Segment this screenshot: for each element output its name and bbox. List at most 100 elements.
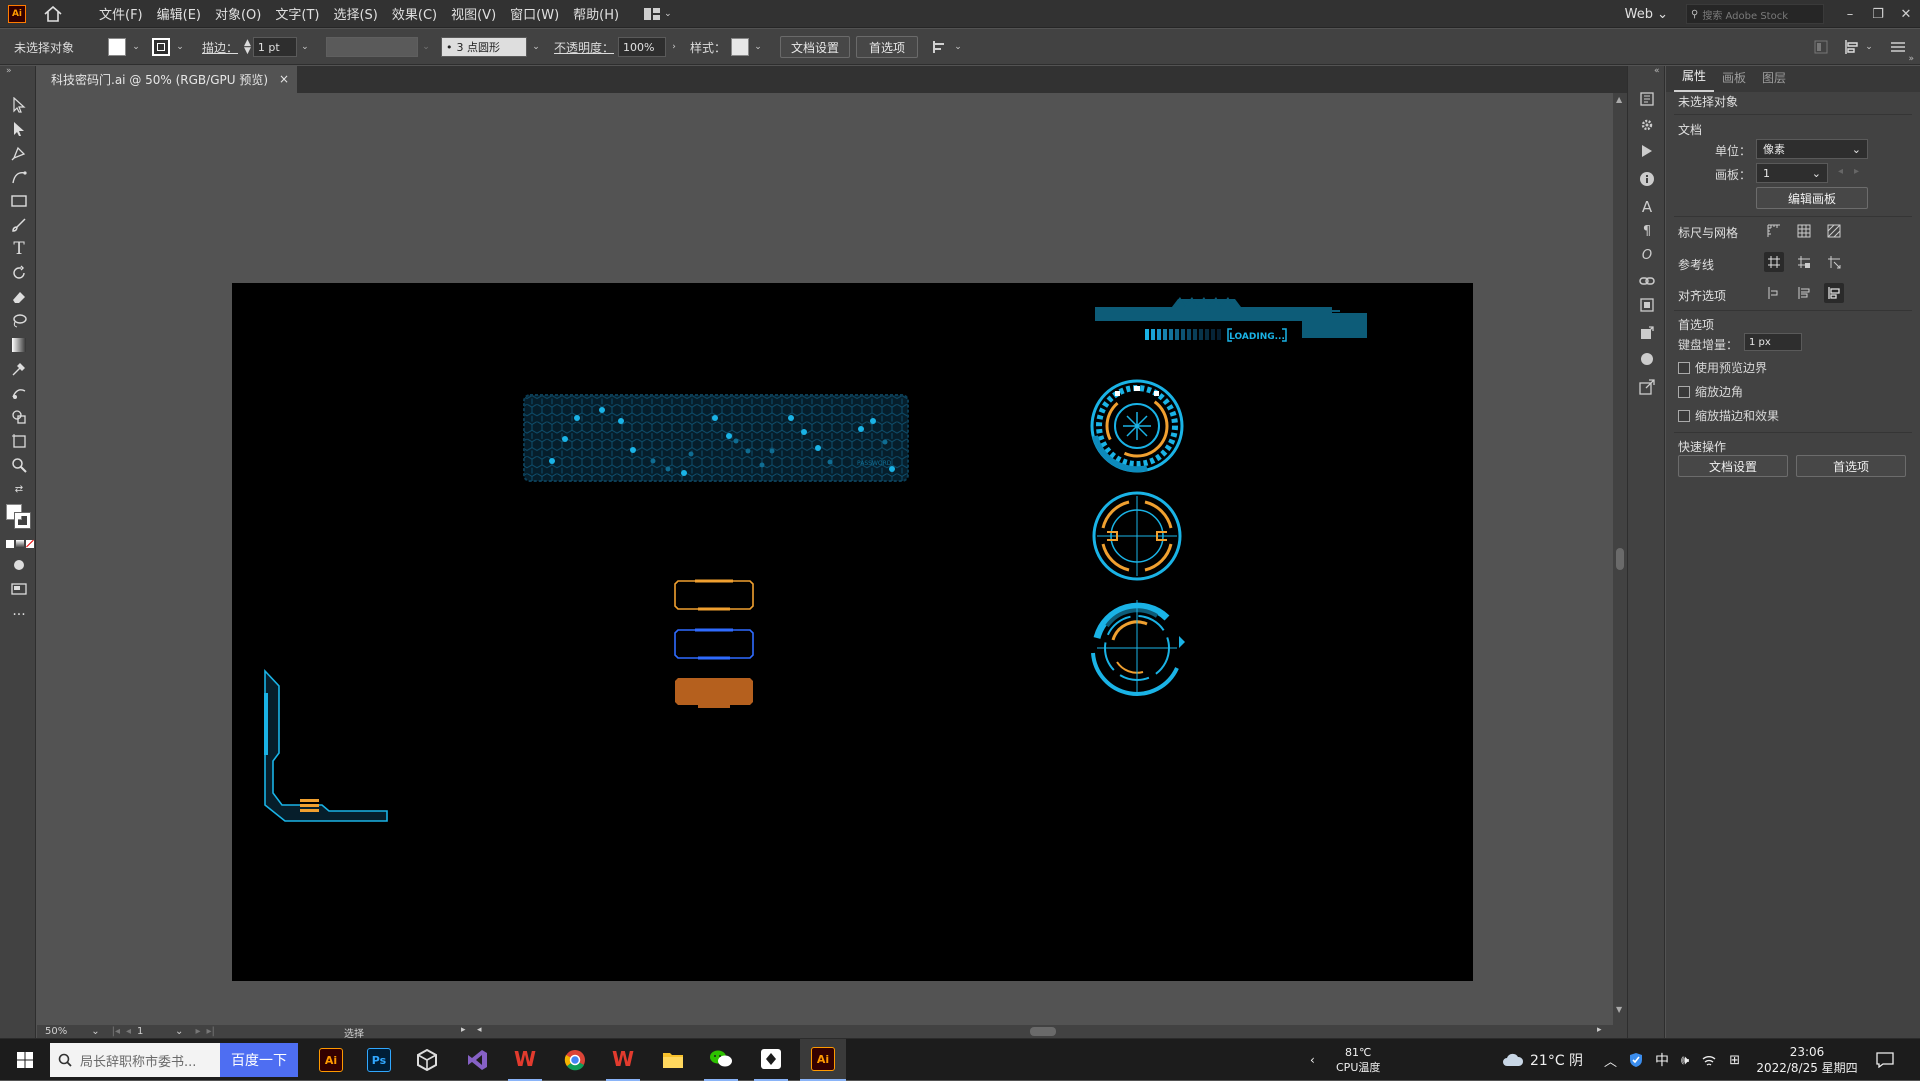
chevron-up-icon[interactable]: ︿ <box>1604 1051 1617 1070</box>
tab-artboards[interactable]: 画板 <box>1714 69 1754 92</box>
menu-select[interactable]: 选择(S) <box>326 4 384 23</box>
system-clock[interactable]: 23:06 2022/8/25 星期四 <box>1752 1039 1862 1081</box>
edit-artboards-button[interactable]: 编辑画板 <box>1756 187 1868 209</box>
notification-center-icon[interactable] <box>1876 1039 1894 1081</box>
chevron-down-icon[interactable]: ⌄ <box>130 41 142 53</box>
document-setup-button[interactable]: 文档设置 <box>780 36 850 58</box>
rectangle-tool-icon[interactable] <box>10 192 28 210</box>
chevron-down-icon[interactable]: ⌄ <box>91 1026 99 1037</box>
eyedropper-tool-icon[interactable] <box>10 360 28 378</box>
taskbar-wechat-icon[interactable] <box>704 1039 738 1081</box>
gradient-tool-icon[interactable] <box>10 336 28 354</box>
export-assets-icon[interactable] <box>1638 324 1656 342</box>
appearance-icon[interactable] <box>1638 350 1656 368</box>
type-tool-icon[interactable]: T <box>10 239 28 259</box>
graphic-style-swatch[interactable] <box>731 38 749 56</box>
direct-selection-tool-icon[interactable] <box>10 120 28 138</box>
shape-builder-tool-icon[interactable] <box>10 408 28 426</box>
taskbar-photoshop-icon[interactable]: Ps <box>362 1039 396 1081</box>
menu-file[interactable]: 文件(F) <box>92 4 150 23</box>
collapse-arrows-icon[interactable]: » <box>6 66 12 76</box>
prev-artboard-icon[interactable]: ◂ <box>126 1026 131 1037</box>
menu-effect[interactable]: 效果(C) <box>385 4 444 23</box>
stroke-weight-input[interactable]: 1 pt <box>252 37 297 57</box>
tab-properties[interactable]: 属性 <box>1674 67 1715 92</box>
links-icon[interactable] <box>1638 272 1656 290</box>
align-dropdown[interactable]: ⌄ <box>932 29 964 65</box>
collapse-panel-icon[interactable]: » <box>1908 54 1914 64</box>
gear-icon[interactable] <box>1638 116 1656 134</box>
transparency-grid-icon[interactable] <box>1824 221 1844 241</box>
workspace-switcher[interactable]: Web ⌄ <box>1625 7 1668 22</box>
chevron-down-icon[interactable]: ⌄ <box>530 41 542 53</box>
taskbar-illustrator-icon[interactable]: Ai <box>314 1039 348 1081</box>
collapse-arrows-icon[interactable]: « <box>1654 66 1660 76</box>
horizontal-scroll-thumb[interactable] <box>1030 1027 1056 1036</box>
lasso-tool-icon[interactable] <box>10 312 28 330</box>
scroll-up-icon[interactable]: ▲ <box>1616 95 1622 104</box>
menu-type[interactable]: 文字(T) <box>268 4 326 23</box>
paintbrush-tool-icon[interactable] <box>10 216 28 234</box>
close-tab-icon[interactable]: × <box>279 72 289 86</box>
taskbar-wps-icon[interactable]: W <box>508 1039 542 1081</box>
menu-window[interactable]: 窗口(W) <box>503 4 566 23</box>
next-artboard-icon[interactable]: ▸ <box>1854 166 1859 177</box>
keyboard-increment-input[interactable]: 1 px <box>1744 333 1802 351</box>
artboard-number[interactable]: 1 <box>137 1026 169 1037</box>
menu-view[interactable]: 视图(V) <box>444 4 503 23</box>
chevron-down-icon[interactable]: ⌄ <box>175 1026 183 1037</box>
chevron-down-icon[interactable]: ⌄ <box>752 41 764 53</box>
taskbar-wps-office-icon[interactable]: W <box>606 1039 640 1081</box>
baidu-search-button[interactable]: 百度一下 <box>220 1043 298 1077</box>
align-center-icon[interactable] <box>1794 283 1814 303</box>
artboards-panel-icon[interactable] <box>1638 296 1656 314</box>
show-hidden-tray-icon[interactable]: ‹ <box>1310 1039 1315 1081</box>
selection-tool-icon[interactable] <box>10 96 28 114</box>
character-icon[interactable]: A <box>1638 198 1656 216</box>
restore-button[interactable]: ❐ <box>1864 7 1892 22</box>
zoom-level[interactable]: 50% <box>45 1026 67 1037</box>
fill-swatch[interactable] <box>108 38 126 56</box>
align-to-artboard-icon[interactable] <box>1824 283 1844 303</box>
puppet-warp-tool-icon[interactable] <box>10 384 28 402</box>
minimize-button[interactable]: – <box>1836 7 1864 22</box>
taskbar-file-explorer-icon[interactable] <box>656 1039 690 1081</box>
quick-preferences-button[interactable]: 首选项 <box>1796 455 1906 477</box>
swap-colors-icon[interactable]: ⇄ <box>10 480 28 498</box>
arrange-panel-dropdown[interactable]: ⌄ <box>1844 39 1875 55</box>
scroll-down-icon[interactable]: ▼ <box>1616 1005 1622 1014</box>
scroll-left-icon[interactable]: ◂ <box>477 1025 482 1035</box>
rotate-tool-icon[interactable] <box>10 264 28 282</box>
vertical-scroll-thumb[interactable] <box>1616 548 1624 570</box>
zoom-tool-icon[interactable] <box>10 456 28 474</box>
info-icon[interactable] <box>1638 170 1656 188</box>
tab-layers[interactable]: 图层 <box>1754 69 1794 92</box>
scale-corners-checkbox[interactable]: 缩放边角 <box>1678 383 1743 400</box>
prev-artboard-icon[interactable]: ◂ <box>1838 166 1843 177</box>
draw-mode-icon[interactable] <box>10 556 28 574</box>
first-artboard-icon[interactable]: |◂ <box>112 1026 120 1037</box>
home-icon[interactable] <box>42 3 64 25</box>
external-link-icon[interactable] <box>1638 378 1656 396</box>
windows-start-icon[interactable] <box>10 1039 40 1081</box>
lock-guides-icon[interactable] <box>1794 252 1814 272</box>
align-left-edge-icon[interactable] <box>1764 283 1784 303</box>
scroll-right-icon[interactable]: ▸ <box>1597 1025 1602 1035</box>
taskbar-visual-studio-icon[interactable] <box>460 1039 494 1081</box>
units-dropdown[interactable]: 像素 ⌄ <box>1756 139 1868 159</box>
brush-definition[interactable]: • 3 点圆形 <box>441 37 527 57</box>
screen-mode-icon[interactable] <box>10 580 28 598</box>
close-button[interactable]: ✕ <box>1892 7 1920 22</box>
menu-edit[interactable]: 编辑(E) <box>150 4 208 23</box>
taskbar-app-icon[interactable] <box>754 1039 788 1081</box>
stroke-swatch[interactable] <box>152 38 170 56</box>
quick-document-setup-button[interactable]: 文档设置 <box>1678 455 1788 477</box>
volume-icon[interactable]: 🕪 <box>1681 1053 1689 1068</box>
stock-search-input[interactable]: ⚲ 搜索 Adobe Stock <box>1686 4 1824 24</box>
taskbar-chrome-icon[interactable] <box>558 1039 592 1081</box>
ime-indicator[interactable]: 中 <box>1655 1050 1669 1070</box>
fill-stroke-widget[interactable] <box>6 504 32 530</box>
smart-guides-icon[interactable] <box>1824 252 1844 272</box>
last-artboard-icon[interactable]: ▸| <box>206 1026 214 1037</box>
chevron-down-icon[interactable]: ⌄ <box>299 41 311 53</box>
